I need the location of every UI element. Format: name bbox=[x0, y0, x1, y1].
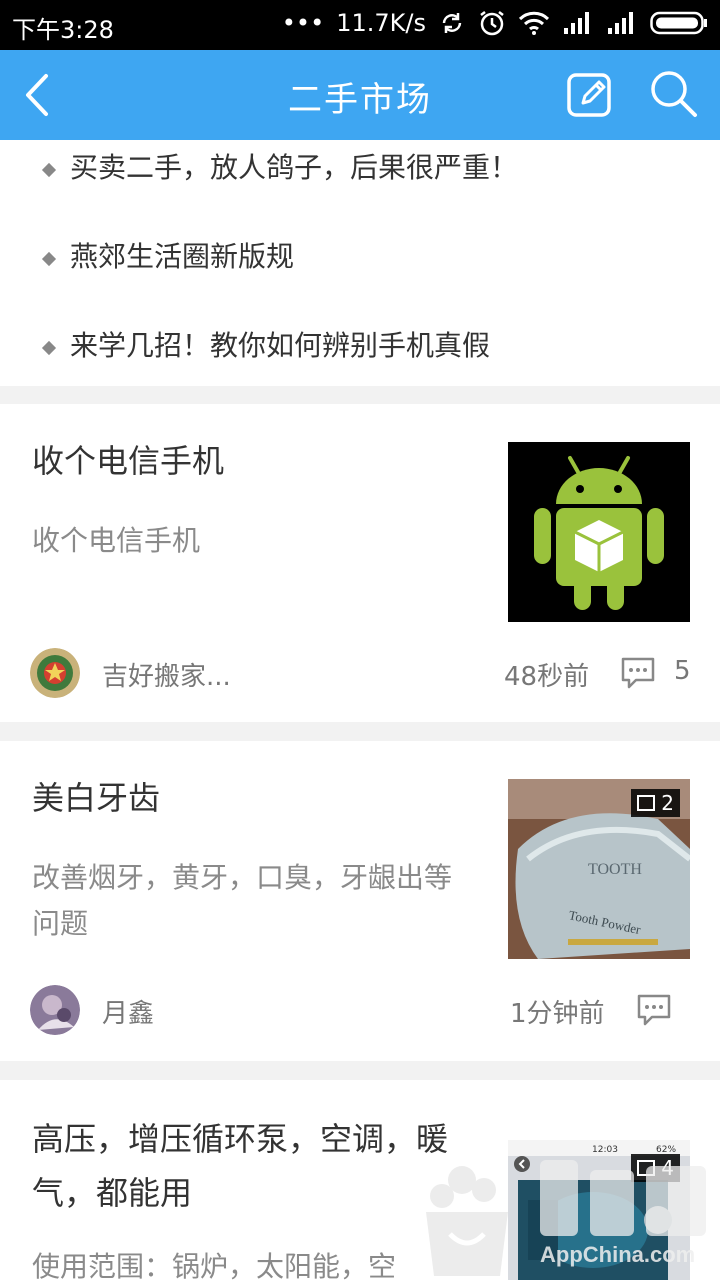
post-thumbnail[interactable]: TOOTH Tooth Powder 2 bbox=[508, 779, 690, 959]
comment-icon[interactable] bbox=[636, 993, 672, 1027]
post-card[interactable]: 收个电信手机 收个电信手机 吉好搬家... 48秒前 5 bbox=[0, 404, 720, 722]
diamond-bullet-icon bbox=[41, 340, 57, 356]
post-time: 1分钟前 bbox=[510, 999, 605, 1029]
author-name: 吉好搬家... bbox=[102, 662, 231, 692]
notice-list: 买卖二手，放人鸽子，后果很严重！ 燕郊生活圈新版规 来学几招！教你如何辨别手机真… bbox=[0, 140, 720, 386]
status-time: 下午3:28 bbox=[12, 16, 114, 44]
status-more-dots: ••• bbox=[281, 9, 325, 37]
image-count-badge: 2 bbox=[631, 789, 680, 817]
post-description: 收个电信手机 bbox=[32, 524, 201, 557]
notice-text: 燕郊生活圈新版规 bbox=[70, 240, 295, 273]
comment-count: 5 bbox=[674, 656, 691, 686]
wifi-icon bbox=[518, 10, 550, 36]
app-bar: 二手市场 bbox=[0, 50, 720, 140]
post-description: 使用范围：锅炉，太阳能，空 bbox=[32, 1250, 397, 1280]
diamond-bullet-icon bbox=[41, 162, 57, 178]
post-card[interactable]: 美白牙齿 改善烟牙，黄牙，口臭，牙龈出等问题 TOOTH Tooth Powde… bbox=[0, 741, 720, 1061]
svg-text:TOOTH: TOOTH bbox=[588, 861, 642, 878]
alarm-icon bbox=[478, 9, 506, 37]
avatar[interactable] bbox=[30, 985, 80, 1035]
edit-icon[interactable] bbox=[566, 70, 614, 118]
search-icon[interactable] bbox=[648, 68, 700, 120]
network-speed: 11.7K/s bbox=[336, 9, 426, 37]
signal-icon bbox=[562, 10, 594, 36]
post-title: 收个电信手机 bbox=[32, 442, 225, 480]
status-bar: 下午3:28 ••• 11.7K/s bbox=[0, 0, 720, 50]
image-icon bbox=[637, 795, 656, 811]
author-name: 月鑫 bbox=[102, 999, 155, 1029]
post-time: 48秒前 bbox=[504, 662, 590, 692]
diamond-bullet-icon bbox=[41, 251, 57, 267]
notice-text: 买卖二手，放人鸽子，后果很严重！ bbox=[70, 151, 519, 184]
post-title: 美白牙齿 bbox=[32, 779, 161, 817]
notice-item[interactable]: 燕郊生活圈新版规 bbox=[0, 229, 720, 289]
signal-icon bbox=[606, 10, 638, 36]
sync-icon bbox=[438, 9, 466, 37]
svg-text:AppChina.com: AppChina.com bbox=[540, 1242, 695, 1267]
post-meta: 月鑫 1分钟前 bbox=[30, 985, 690, 1037]
android-robot-icon bbox=[534, 456, 664, 610]
post-meta: 吉好搬家... 48秒前 5 bbox=[30, 648, 691, 700]
appchina-logo-icon: AppChina.com bbox=[426, 1160, 706, 1276]
notice-item[interactable]: 买卖二手，放人鸽子，后果很严重！ bbox=[0, 140, 720, 200]
battery-icon bbox=[650, 10, 708, 36]
post-description: 改善烟牙，黄牙，口臭，牙龈出等问题 bbox=[32, 861, 453, 940]
notice-item[interactable]: 来学几招！教你如何辨别手机真假 bbox=[0, 318, 720, 378]
notice-text: 来学几招！教你如何辨别手机真假 bbox=[70, 329, 491, 362]
post-thumbnail[interactable] bbox=[508, 442, 690, 622]
comment-icon[interactable] bbox=[620, 656, 656, 690]
avatar[interactable] bbox=[30, 648, 80, 698]
appchina-watermark: AppChina.com bbox=[420, 1150, 720, 1280]
